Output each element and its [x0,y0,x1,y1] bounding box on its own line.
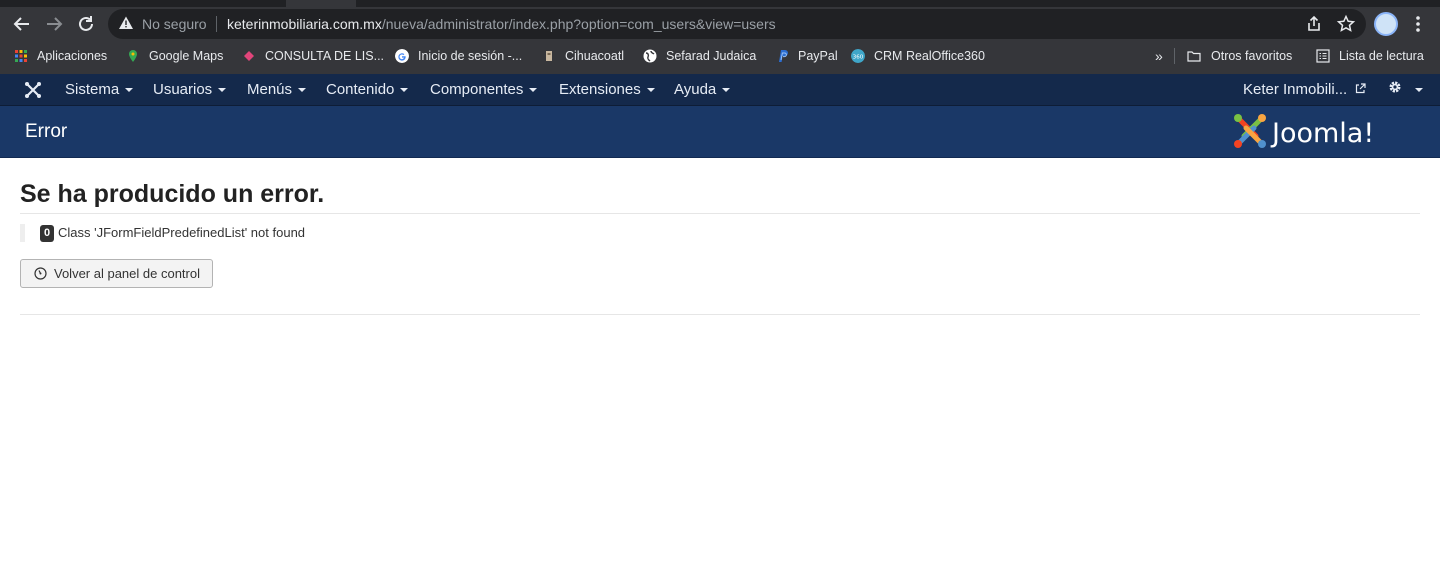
reload-icon[interactable] [73,11,99,37]
site-name: Keter Inmobili... [1243,81,1348,98]
bookmarks-bar: Aplicaciones Google Maps CONSULTA DE LIS… [0,42,1440,70]
caret-down-icon [298,88,307,93]
star-bookmark-icon[interactable] [1335,13,1357,35]
browser-toolbar: No seguro keterinmobiliaria.com.mx/nueva… [0,7,1440,41]
bookmark-label: CONSULTA DE LIS... [265,49,385,63]
google-icon [395,49,409,63]
share-icon[interactable] [1303,13,1325,35]
bookmark-label: Aplicaciones [37,49,108,63]
address-bar[interactable]: No seguro keterinmobiliaria.com.mx/nueva… [108,9,1366,39]
menu-label: Contenido [326,81,395,98]
diamond-icon [244,51,254,61]
paypal-icon [779,50,788,62]
url-path: /nueva/administrator/index.php?option=co… [381,16,776,32]
bookmark-label: Inicio de sesión -... [418,49,523,63]
menu-label: Extensiones [559,81,641,98]
page-title: Error [25,121,68,142]
bookmark-apps[interactable]: Aplicaciones [14,46,107,66]
gear-icon [1389,81,1401,93]
forward-arrow-icon[interactable] [41,11,67,37]
menu-label: Componentes [430,81,524,98]
menu-usuarios[interactable]: Usuarios [153,81,227,98]
page-header: Error [0,106,1440,158]
menu-ayuda[interactable]: Ayuda [674,81,731,98]
other-bookmarks-folder[interactable]: Otros favoritos [1186,46,1292,66]
bookmark-label: PayPal [798,49,838,63]
figure-icon [546,51,552,61]
error-heading: Se ha producido un error. [20,180,325,208]
url-text[interactable]: keterinmobiliaria.com.mx/nueva/administr… [227,16,776,32]
menu-sistema[interactable]: Sistema [65,81,134,98]
folder-icon [1187,51,1201,62]
caret-down-icon [400,88,409,93]
caret-down-icon [218,88,227,93]
maps-pin-icon [129,50,137,62]
overflow-chevron-icon: » [1155,48,1163,64]
bookmark-consulta[interactable]: CONSULTA DE LIS... [242,46,384,66]
caret-down-icon [125,88,134,93]
joomla-brand-logo: Joomla! [1234,114,1374,149]
reading-list[interactable]: Lista de lectura [1316,46,1424,66]
back-to-control-panel-button[interactable]: Volver al panel de control [20,259,213,288]
menu-contenido[interactable]: Contenido [326,81,409,98]
external-link-icon [1356,83,1366,94]
content-divider [20,314,1420,315]
menu-label: Menús [247,81,293,98]
dashboard-icon [34,267,47,280]
url-host: keterinmobiliaria.com.mx [227,16,382,32]
bookmark-label: CRM RealOffice360 [874,49,985,63]
bookmarks-overflow-button[interactable]: » [1155,46,1163,66]
bookmark-label: Lista de lectura [1339,49,1424,63]
bookmark-label: Cihuacoatl [565,49,625,63]
bookmark-label: Google Maps [149,49,224,63]
menu-componentes[interactable]: Componentes [430,81,538,98]
bookmark-paypal[interactable]: PayPal [775,46,838,66]
caret-down-icon [529,88,538,93]
apps-grid-icon [15,50,27,62]
active-tab[interactable] [286,0,356,7]
site-link[interactable]: Keter Inmobili... [1243,81,1366,98]
settings-menu[interactable] [1388,80,1424,98]
error-blockquote-border [20,224,25,242]
reading-list-icon [1316,49,1330,63]
back-button-label: Volver al panel de control [54,266,200,281]
bookmark-inicio-sesion[interactable]: Inicio de sesión -... [395,46,522,66]
warning-icon [119,16,133,29]
joomla-wordmark: Joomla! [1270,118,1374,149]
caret-down-icon [1415,88,1424,93]
bookmark-sefarad[interactable]: Sefarad Judaica [643,46,756,66]
profile-avatar[interactable] [1374,12,1398,36]
menu-label: Usuarios [153,81,213,98]
bookmark-label: Otros favoritos [1211,49,1293,63]
menu-label: Ayuda [674,81,717,98]
tab-strip [0,0,1440,7]
more-menu-icon[interactable] [1408,11,1428,37]
security-label[interactable]: No seguro [142,16,207,32]
caret-down-icon [722,88,731,93]
bookmarks-divider [1174,48,1175,64]
menu-extensiones[interactable]: Extensiones [559,81,655,98]
globe-icon [643,49,657,63]
joomla-logo-icon[interactable] [24,81,42,99]
heading-divider [20,213,1420,214]
caret-down-icon [646,88,655,93]
omnibox-divider [216,16,217,32]
error-code-badge: 0 [40,225,55,242]
browser-chrome: No seguro keterinmobiliaria.com.mx/nueva… [0,0,1440,74]
bookmark-label: Sefarad Judaica [666,49,757,63]
bookmark-google-maps[interactable]: Google Maps [126,46,223,66]
bookmark-cihuacoatl[interactable]: Cihuacoatl [542,46,624,66]
bookmark-crm[interactable]: 360 CRM RealOffice360 [851,46,985,66]
admin-navbar: Sistema Usuarios Menús Contenido Compone… [0,74,1440,106]
menu-menus[interactable]: Menús [247,81,307,98]
svg-text:360: 360 [853,54,864,60]
error-message: Class 'JFormFieldPredefinedList' not fou… [58,225,306,240]
menu-label: Sistema [65,81,120,98]
back-arrow-icon[interactable] [9,11,35,37]
crm-360-icon: 360 [851,49,865,63]
